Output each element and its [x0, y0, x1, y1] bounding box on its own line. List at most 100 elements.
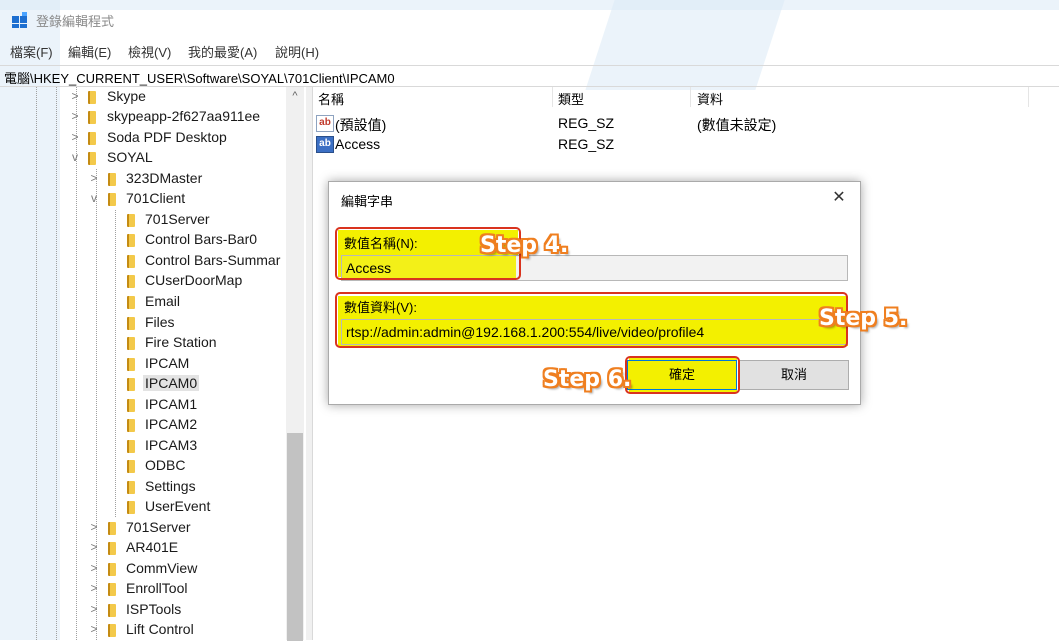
close-icon[interactable]: ✕: [826, 187, 852, 209]
folder-icon: [88, 111, 96, 124]
value-row[interactable]: ab Access REG_SZ: [312, 134, 1012, 154]
menu-edit[interactable]: 編輯(E): [68, 42, 111, 61]
tree-item[interactable]: > AR401E: [0, 538, 286, 558]
tree-item-label: Soda PDF Desktop: [107, 129, 227, 145]
menu-view[interactable]: 檢視(V): [128, 42, 171, 61]
menu-file[interactable]: 檔案(F): [10, 42, 53, 61]
tree-item-label: 701Client: [126, 190, 186, 206]
menu-help[interactable]: 說明(H): [275, 42, 319, 61]
tree-item[interactable]: > Soda PDF Desktop: [0, 128, 286, 148]
tree-item[interactable]: UserEvent: [0, 497, 286, 517]
tree-item-label: IPCAM2: [145, 416, 198, 432]
address-path[interactable]: 電腦\HKEY_CURRENT_USER\Software\SOYAL\701C…: [4, 68, 395, 87]
tree-item-label: SOYAL: [107, 149, 153, 165]
tree-item-label: Control Bars-Bar0: [145, 231, 258, 247]
tree-item[interactable]: Control Bars-Bar0: [0, 230, 286, 250]
tree-item-label: Settings: [145, 478, 196, 494]
value-name: (預設值): [335, 117, 387, 133]
expand-icon[interactable]: >: [69, 89, 81, 103]
string-value-icon: ab: [316, 115, 334, 132]
value-type: REG_SZ: [558, 136, 615, 152]
menu-favorites[interactable]: 我的最愛(A): [188, 42, 257, 61]
tree-item[interactable]: > Lift Control: [0, 620, 286, 640]
tree-item-label: CommView: [126, 560, 198, 576]
expand-icon[interactable]: >: [69, 130, 81, 144]
step5-callout: [335, 292, 848, 348]
folder-icon: [108, 193, 116, 206]
dialog-title: 編輯字串: [341, 194, 394, 209]
column-header-data[interactable]: 資料: [697, 89, 723, 108]
expand-icon[interactable]: >: [88, 581, 100, 595]
folder-icon: [127, 419, 135, 432]
step4-annotation: Step 4.: [480, 233, 569, 258]
tree-item-label: Fire Station: [145, 334, 217, 350]
column-divider[interactable]: [1028, 87, 1029, 107]
expand-icon[interactable]: >: [88, 622, 100, 636]
pane-splitter[interactable]: [306, 87, 313, 640]
address-bar[interactable]: 電腦\HKEY_CURRENT_USER\Software\SOYAL\701C…: [0, 65, 1059, 87]
tree-item[interactable]: 701Server: [0, 210, 286, 230]
value-row[interactable]: ab (預設值) REG_SZ (數值未設定): [312, 113, 1012, 133]
expand-icon[interactable]: >: [88, 602, 100, 616]
window-title: 登錄編輯程式: [36, 14, 115, 29]
collapse-icon[interactable]: v: [88, 191, 100, 205]
folder-icon: [88, 132, 96, 145]
tree-item[interactable]: > 323DMaster: [0, 169, 286, 189]
column-header-name[interactable]: 名稱: [318, 89, 344, 108]
tree-item-label: Lift Control: [126, 621, 194, 637]
column-divider[interactable]: [552, 87, 553, 107]
tree-item[interactable]: IPCAM: [0, 354, 286, 374]
tree-item-label: ODBC: [145, 457, 186, 473]
folder-icon: [127, 214, 135, 227]
tree-item-label: Skype: [107, 88, 146, 104]
string-value-icon: ab: [316, 136, 334, 153]
tree-item[interactable]: > 701Server: [0, 518, 286, 538]
tree-item[interactable]: > ISPTools: [0, 600, 286, 620]
tree-item[interactable]: > Skype: [0, 87, 286, 107]
tree-item[interactable]: IPCAM1: [0, 395, 286, 415]
tree-item-selected[interactable]: IPCAM0: [0, 374, 286, 394]
column-divider[interactable]: [690, 87, 691, 107]
tree-item[interactable]: > EnrollTool: [0, 579, 286, 599]
tree-item[interactable]: Fire Station: [0, 333, 286, 353]
tree-item-label: Files: [145, 314, 175, 330]
tree-item[interactable]: > skypeapp-2f627aa911ee: [0, 107, 286, 127]
expand-icon[interactable]: >: [88, 520, 100, 534]
tree-item-label: CUserDoorMap: [145, 272, 243, 288]
tree-item-label: Control Bars-Summar: [145, 252, 281, 268]
tree-scrollbar[interactable]: ^: [286, 87, 304, 641]
expand-icon[interactable]: >: [88, 540, 100, 554]
expand-icon[interactable]: >: [69, 109, 81, 123]
tree-item[interactable]: v SOYAL: [0, 148, 286, 168]
scroll-thumb[interactable]: [287, 433, 303, 641]
expand-icon[interactable]: >: [88, 561, 100, 575]
tree-item[interactable]: Settings: [0, 477, 286, 497]
tree-item[interactable]: Email: [0, 292, 286, 312]
tree-item[interactable]: Control Bars-Summar: [0, 251, 286, 271]
registry-editor-icon: [12, 12, 28, 28]
tree-item[interactable]: v 701Client: [0, 189, 286, 209]
step6-callout: [625, 356, 740, 394]
expand-icon[interactable]: >: [88, 171, 100, 185]
folder-icon: [127, 255, 135, 268]
collapse-icon[interactable]: v: [69, 150, 81, 164]
tree-item[interactable]: CUserDoorMap: [0, 271, 286, 291]
folder-icon: [127, 481, 135, 494]
tree-item-label: 701Server: [145, 211, 210, 227]
tree-item[interactable]: IPCAM2: [0, 415, 286, 435]
folder-icon: [127, 296, 135, 309]
scroll-up-icon[interactable]: ^: [286, 87, 304, 105]
cancel-button[interactable]: 取消: [739, 360, 849, 390]
folder-icon: [127, 501, 135, 514]
tree-item[interactable]: ODBC: [0, 456, 286, 476]
folder-icon: [127, 378, 135, 391]
tree-item[interactable]: Files: [0, 313, 286, 333]
folder-icon: [127, 358, 135, 371]
folder-icon: [108, 583, 116, 596]
registry-tree[interactable]: > Skype > skypeapp-2f627aa911ee > Soda P…: [0, 87, 306, 640]
tree-item[interactable]: IPCAM3: [0, 436, 286, 456]
tree-item-label: IPCAM0: [143, 375, 200, 391]
tree-item[interactable]: > CommView: [0, 559, 286, 579]
column-header-type[interactable]: 類型: [558, 89, 584, 108]
tree-item-label: Email: [145, 293, 181, 309]
